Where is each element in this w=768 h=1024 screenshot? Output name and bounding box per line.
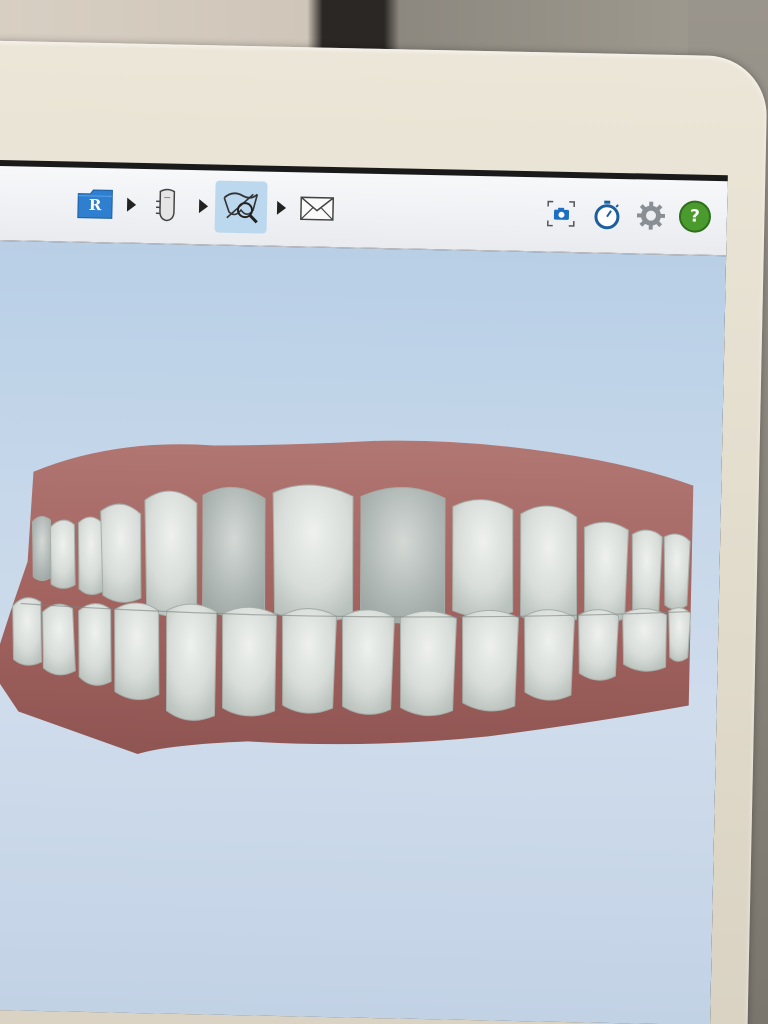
patient-folder-label: R — [88, 195, 102, 215]
view-analyze-icon — [223, 192, 259, 224]
help-icon: ? — [678, 200, 712, 233]
gear-icon — [636, 201, 666, 230]
settings-button[interactable] — [629, 193, 674, 238]
3d-scan-viewport[interactable] — [0, 240, 727, 1024]
patient-step-button[interactable]: R — [73, 182, 118, 227]
dental-arch-model[interactable] — [0, 411, 723, 786]
timer-button[interactable] — [585, 192, 630, 237]
scanner-screen: R ? — [0, 160, 728, 1024]
stopwatch-icon — [594, 200, 620, 230]
snapshot-button[interactable] — [539, 191, 584, 236]
step-arrow-icon — [198, 199, 209, 214]
step-arrow-icon — [276, 200, 287, 215]
send-step-button[interactable] — [295, 186, 340, 231]
scan-tooth-icon — [155, 188, 176, 222]
step-arrow-icon — [126, 197, 137, 212]
patient-folder-icon: R — [76, 188, 115, 221]
scan-step-button[interactable] — [145, 183, 190, 228]
photo-scene: R ? — [0, 0, 768, 1024]
camera-snapshot-icon — [546, 200, 576, 227]
view-step-button[interactable] — [214, 180, 268, 234]
send-envelope-icon — [300, 196, 335, 221]
help-button[interactable]: ? — [673, 194, 718, 239]
